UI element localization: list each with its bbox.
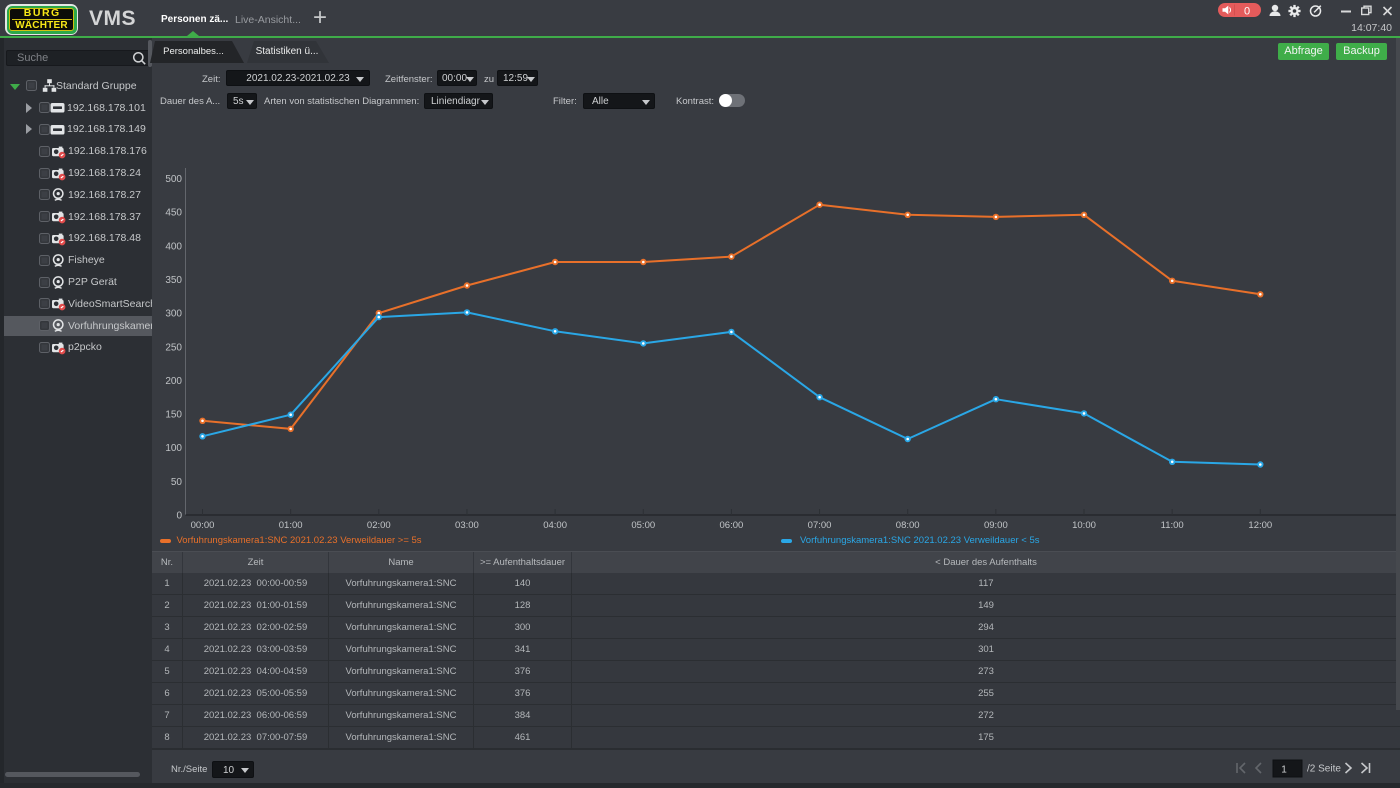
svg-text:0: 0 — [176, 511, 182, 522]
svg-text:00:00: 00:00 — [191, 520, 215, 531]
svg-text:03:00: 03:00 — [455, 520, 479, 531]
svg-text:12:00: 12:00 — [1248, 520, 1272, 531]
svg-text:04:00: 04:00 — [543, 520, 567, 531]
svg-text:08:00: 08:00 — [896, 520, 920, 531]
svg-text:500: 500 — [165, 174, 182, 185]
svg-text:05:00: 05:00 — [631, 520, 655, 531]
svg-text:100: 100 — [165, 443, 182, 454]
svg-text:02:00: 02:00 — [367, 520, 391, 531]
svg-text:400: 400 — [165, 241, 182, 252]
svg-text:50: 50 — [171, 477, 183, 488]
svg-text:350: 350 — [165, 275, 182, 286]
svg-text:250: 250 — [165, 342, 182, 353]
svg-text:07:00: 07:00 — [808, 520, 832, 531]
svg-text:200: 200 — [165, 376, 182, 387]
svg-text:1: 1 — [1281, 765, 1287, 776]
svg-text:300: 300 — [165, 309, 182, 320]
svg-text:11:00: 11:00 — [1161, 520, 1184, 531]
svg-text:06:00: 06:00 — [720, 520, 744, 531]
svg-text:09:00: 09:00 — [984, 520, 1008, 531]
svg-text:/2 Seite: /2 Seite — [1307, 764, 1341, 775]
svg-text:01:00: 01:00 — [279, 520, 303, 531]
svg-text:0: 0 — [1244, 6, 1250, 18]
svg-text:10:00: 10:00 — [1072, 520, 1096, 531]
svg-text:150: 150 — [165, 410, 182, 421]
svg-text:450: 450 — [165, 208, 182, 219]
